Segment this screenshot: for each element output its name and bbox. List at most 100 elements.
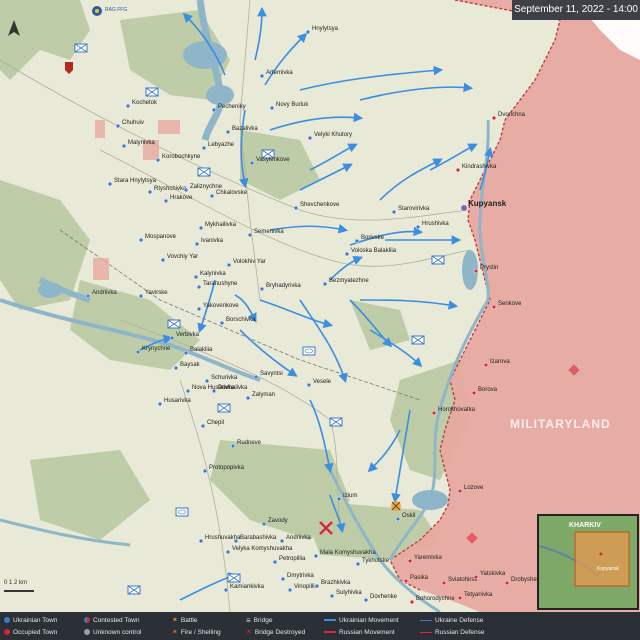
date-banner: September 11, 2022 - 14:00: [512, 0, 640, 20]
town-label: Savyntsi: [260, 371, 283, 377]
town-dot: [201, 145, 207, 151]
town-label: Voloska Balakliia: [351, 248, 397, 254]
town-dot: [196, 306, 202, 312]
town-label: Hrakove: [170, 195, 193, 201]
town-dot: [471, 390, 477, 396]
town-label: Taranushyne: [203, 281, 238, 287]
town-label: Verbivka: [176, 332, 200, 338]
town-dot: [155, 157, 161, 163]
town-label: Kochetok: [132, 100, 158, 106]
inset-subtitle: Kupyansk: [597, 566, 619, 572]
town-dot: [226, 262, 232, 268]
town-label: Mospanove: [145, 234, 177, 240]
defense-icon: [420, 631, 432, 633]
dot-icon: [4, 629, 10, 635]
town-dot: [491, 115, 497, 121]
town-dot: [441, 580, 447, 586]
town-dot: [259, 286, 265, 292]
town-dot: [185, 388, 191, 394]
town-dot: [279, 538, 285, 544]
town-label: Velyki Khutory: [314, 132, 352, 138]
arrow-icon: [324, 619, 336, 621]
town-dot: [261, 521, 267, 527]
town-label: Vesele: [313, 379, 332, 385]
town-label: Dovhenke: [370, 594, 398, 600]
town-dot: [163, 198, 169, 204]
town-dot: [160, 257, 166, 263]
legend-label: Ukraine Defense: [435, 616, 484, 624]
town-label: Pecheniky: [218, 104, 246, 110]
scale-bar: [4, 590, 34, 592]
legend-item: Russian Movement: [324, 626, 395, 638]
legend-item: Ukrainian Movement: [324, 614, 399, 626]
cross-icon: ✕: [246, 629, 252, 636]
town-label: Husarivka: [164, 398, 191, 404]
town-label: Hrushivka: [422, 221, 449, 227]
battle-icon: ✶: [172, 617, 178, 624]
town-label: Chkalovske: [216, 190, 248, 196]
town-dot: [225, 549, 231, 555]
town-dot: [247, 232, 253, 238]
legend-item: Ukraine Defense: [420, 614, 483, 626]
legend-label: Russian Defense: [435, 628, 485, 636]
legend-item: Russian Defense: [420, 626, 485, 638]
town-label: Krynychne: [142, 346, 171, 352]
town-dot: [138, 237, 144, 243]
town-dot: [204, 378, 210, 384]
town-dot: [183, 187, 189, 193]
town-dot: [138, 293, 144, 299]
map-canvas[interactable]: Hnylytsya Artemivka Pecheniky Novy Burluk Ko…: [0, 0, 640, 640]
town-dot: [157, 401, 163, 407]
legend-label: Contested Town: [93, 616, 140, 624]
agency-logo-icon: [91, 4, 103, 22]
town-dot: [169, 335, 175, 341]
town-label: Zavody: [268, 518, 288, 524]
town-label: Izium: [343, 493, 357, 499]
town-label: Borivske: [361, 235, 385, 241]
town-label: Lebyazhe: [208, 142, 235, 148]
town-label: Malynivka: [128, 140, 155, 146]
town-dot: [336, 496, 342, 502]
brand-watermark: MILITARYLAND: [510, 417, 611, 431]
town-label: Tetyanivka: [464, 592, 493, 598]
town-dot: [457, 595, 463, 601]
arrow-icon: [324, 631, 336, 633]
town-dot: [198, 538, 204, 544]
town-label: Borschivka: [226, 317, 256, 323]
town-dot: [269, 105, 275, 111]
town-dot: [183, 350, 189, 356]
legend-label: Occupied Town: [13, 628, 58, 636]
town-dot: [115, 123, 121, 129]
legend-label: Ukrainian Movement: [339, 616, 399, 624]
town-dot: [193, 274, 199, 280]
town-dot: [233, 538, 239, 544]
town-label: Tykhotske: [362, 558, 390, 564]
town-label: Dmytrivka: [287, 573, 314, 579]
legend-item: Occupied Town: [4, 626, 57, 638]
town-label: Bryhadyrivka: [266, 283, 301, 289]
town-label: Yavirske: [145, 290, 168, 296]
town-dot: [249, 160, 255, 166]
town-label: Bezmyatezhne: [329, 278, 369, 284]
town-dot: [407, 558, 413, 564]
legend-label: Ukrainian Town: [13, 616, 58, 624]
town-label: Ivanivka: [201, 238, 224, 244]
town-label: Vasylenkove: [256, 157, 290, 163]
inset-svg: [539, 516, 637, 608]
town-label: Sulyhivka: [336, 590, 362, 596]
town-label: Schurivka: [211, 375, 238, 381]
legend-label: Bridge Destroyed: [254, 628, 306, 636]
town-dot: [395, 516, 401, 522]
town-dot: [473, 574, 479, 580]
town-label: Chepil: [207, 420, 224, 426]
town-dot: [305, 29, 311, 35]
town-label: Hnylytsya: [312, 26, 339, 32]
town-dot: [491, 304, 497, 310]
town-label: Oskil: [402, 513, 415, 519]
town-label: Stara Hnylytsya: [114, 178, 157, 184]
town-dot: [219, 320, 225, 326]
locator-inset-map[interactable]: KHARKIV Kupyansk: [537, 514, 639, 610]
town-dot: [107, 181, 113, 187]
town-label: Mala Komyshuvakha: [320, 550, 376, 556]
town-dot: [121, 143, 127, 149]
